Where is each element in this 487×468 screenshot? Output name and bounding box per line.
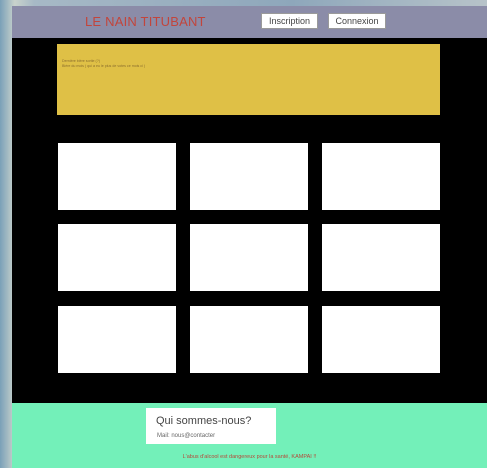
about-box: Qui sommes-nous? Mail: nous@contacter bbox=[146, 408, 276, 444]
about-title: Qui sommes-nous? bbox=[156, 415, 252, 427]
beer-card[interactable] bbox=[322, 143, 440, 210]
beer-card[interactable] bbox=[322, 306, 440, 373]
beer-card[interactable] bbox=[322, 224, 440, 291]
beer-card[interactable] bbox=[190, 224, 308, 291]
beer-card[interactable] bbox=[58, 143, 176, 210]
footer: Qui sommes-nous? Mail: nous@contacter L'… bbox=[12, 403, 487, 468]
beer-card[interactable] bbox=[190, 306, 308, 373]
beer-card[interactable] bbox=[58, 224, 176, 291]
featured-banner: Dernière bière sortie (?) Bière du mois … bbox=[57, 44, 440, 115]
site-title: LE NAIN TITUBANT bbox=[85, 14, 206, 29]
banner-text: Dernière bière sortie (?) Bière du mois … bbox=[62, 59, 145, 69]
banner-line-month: Bière du mois ( qui a eu le plus de vote… bbox=[62, 64, 146, 68]
login-button[interactable]: Connexion bbox=[328, 13, 386, 29]
alcohol-disclaimer: L'abus d'alcool est dangereux pour la sa… bbox=[182, 454, 317, 460]
signup-button[interactable]: Inscription bbox=[261, 13, 318, 29]
page: LE NAIN TITUBANT Inscription Connexion D… bbox=[12, 6, 487, 468]
beer-card[interactable] bbox=[190, 143, 308, 210]
contact-mail[interactable]: Mail: nous@contacter bbox=[157, 433, 215, 439]
header: LE NAIN TITUBANT Inscription Connexion bbox=[12, 6, 487, 38]
beer-card[interactable] bbox=[58, 306, 176, 373]
